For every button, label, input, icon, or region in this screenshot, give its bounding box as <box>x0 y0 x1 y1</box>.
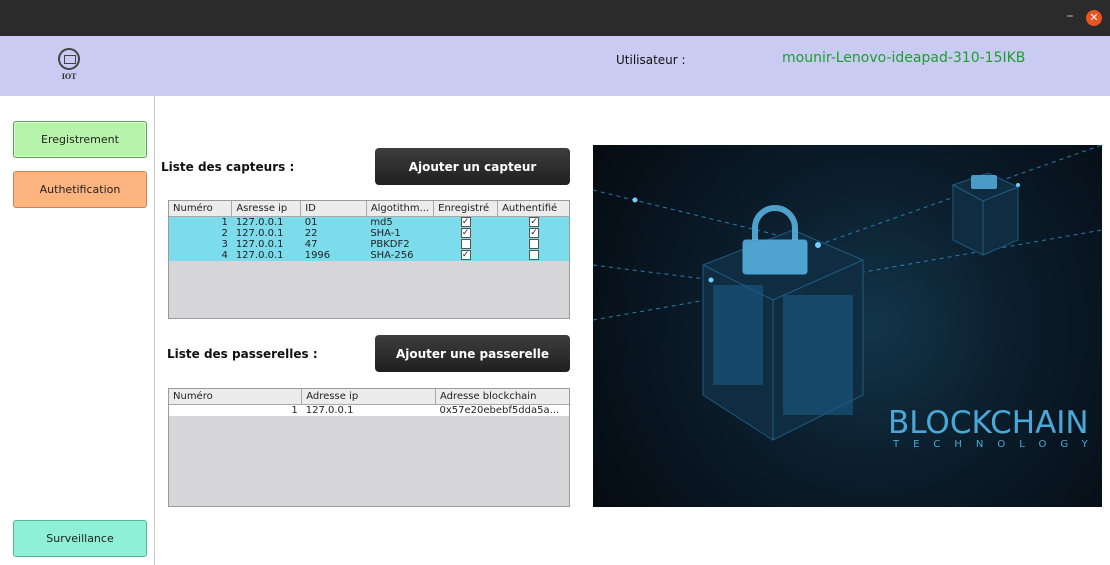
cell-ip: 127.0.0.1 <box>231 216 301 228</box>
sensors-table[interactable]: Numéro Asresse ip ID Algotithm... Enregi… <box>168 200 570 319</box>
column-header-registered[interactable]: Enregistré <box>433 201 499 217</box>
cell-id: 47 <box>300 238 367 250</box>
cell-ip: 127.0.0.1 <box>231 249 301 261</box>
table-row[interactable]: 4 127.0.0.1 1996 SHA-256 ✓ <box>169 249 569 261</box>
cell-algorithm: md5 <box>366 216 434 228</box>
cell-algorithm: PBKDF2 <box>366 238 434 250</box>
column-header-ip[interactable]: Adresse ip <box>301 389 436 405</box>
registered-checkbox[interactable]: ✓ <box>460 227 471 238</box>
cell-ip: 127.0.0.1 <box>301 404 436 416</box>
cell-number: 1 <box>169 216 232 228</box>
window-titlebar: – ✕ <box>0 0 1110 36</box>
sensors-label: Liste des capteurs : <box>161 160 295 174</box>
column-header-blockchain-address[interactable]: Adresse blockchain <box>435 389 569 405</box>
blockchain-banner-image: BLOCKCHAIN TECHNOLOGY <box>593 145 1102 507</box>
cell-number: 1 <box>169 404 302 416</box>
column-header-authenticated[interactable]: Authentifié <box>497 201 569 217</box>
cell-id: 22 <box>300 227 367 239</box>
surveillance-button[interactable]: Surveillance <box>13 520 147 557</box>
cell-id: 01 <box>300 216 367 228</box>
column-header-ip[interactable]: Asresse ip <box>231 201 302 217</box>
table-row[interactable]: 3 127.0.0.1 47 PBKDF2 <box>169 238 569 250</box>
gateways-table[interactable]: Numéro Adresse ip Adresse blockchain 1 1… <box>168 388 570 507</box>
close-button[interactable]: ✕ <box>1086 10 1102 26</box>
cell-ip: 127.0.0.1 <box>231 238 301 250</box>
registered-checkbox[interactable]: ✓ <box>460 249 471 260</box>
column-header-id[interactable]: ID <box>300 201 367 217</box>
registration-button[interactable]: Eregistrement <box>13 121 147 158</box>
cell-blockchain-address: 0x57e20ebebf5dda5a... <box>435 404 569 416</box>
user-name: mounir-Lenovo-ideapad-310-15IKB <box>782 50 1026 66</box>
cell-number: 4 <box>169 249 232 261</box>
banner-title: BLOCKCHAIN <box>888 405 1089 441</box>
minimize-button[interactable]: – <box>1062 8 1078 24</box>
gateways-label: Liste des passerelles : <box>167 347 318 361</box>
column-header-number[interactable]: Numéro <box>169 201 233 217</box>
sidebar: Eregistrement Authetification Surveillan… <box>0 96 155 565</box>
add-gateway-button[interactable]: Ajouter une passerelle <box>375 335 570 372</box>
user-label: Utilisateur : <box>616 53 686 67</box>
iot-logo-text: IOT <box>61 72 77 81</box>
authenticated-checkbox[interactable] <box>529 249 540 260</box>
authenticated-checkbox[interactable]: ✓ <box>529 227 540 238</box>
table-row[interactable]: 1 127.0.0.1 01 md5 ✓ ✓ <box>169 216 569 228</box>
authentication-button[interactable]: Authetification <box>13 171 147 208</box>
banner-subtitle: TECHNOLOGY <box>892 439 1102 450</box>
table-row[interactable]: 2 127.0.0.1 22 SHA-1 ✓ ✓ <box>169 227 569 239</box>
app-header: IOT Utilisateur : mounir-Lenovo-ideapad-… <box>0 36 1110 96</box>
cell-algorithm: SHA-256 <box>366 249 434 261</box>
add-sensor-button[interactable]: Ajouter un capteur <box>375 148 570 185</box>
column-header-algorithm[interactable]: Algotithm... <box>366 201 435 217</box>
cell-id: 1996 <box>300 249 367 261</box>
cell-ip: 127.0.0.1 <box>231 227 301 239</box>
iot-logo: IOT <box>55 48 83 88</box>
registered-checkbox[interactable] <box>460 238 471 249</box>
registered-checkbox[interactable]: ✓ <box>460 216 471 227</box>
cell-number: 2 <box>169 227 232 239</box>
authenticated-checkbox[interactable]: ✓ <box>529 216 540 227</box>
table-row[interactable]: 1 127.0.0.1 0x57e20ebebf5dda5a... <box>169 404 569 416</box>
cell-algorithm: SHA-1 <box>366 227 434 239</box>
cell-number: 3 <box>169 238 232 250</box>
authenticated-checkbox[interactable] <box>529 238 540 249</box>
blockchain-illustration: BLOCKCHAIN TECHNOLOGY <box>593 145 1102 450</box>
iot-logo-icon <box>58 48 80 70</box>
column-header-number[interactable]: Numéro <box>169 389 303 405</box>
